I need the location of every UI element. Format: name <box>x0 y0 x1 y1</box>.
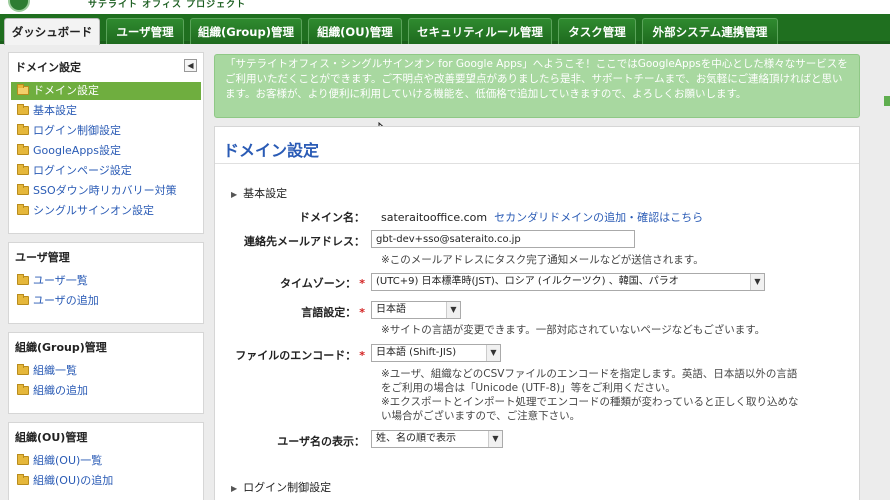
file-encoding-hint-2: をご利用の場合は「Unicode (UTF-8)」等をご利用ください。 <box>381 382 676 394</box>
sidebar-item-ou-list[interactable]: 組織(OU)一覧 <box>11 452 201 470</box>
sidebar-panel-ou: 組織(OU)管理 組織(OU)一覧 組織(OU)の追加 <box>8 422 204 500</box>
sidebar-panel-domain: ドメイン設定 ◀ ドメイン設定 基本設定 ログイン制御設定 GoogleApps… <box>8 52 204 234</box>
domain-name-label: ドメイン名： <box>299 211 365 224</box>
folder-icon <box>17 104 29 115</box>
username-display-select[interactable]: 姓、名の順で表示 ▼ <box>371 430 503 448</box>
sidebar-panel-title: 組織(OU)管理 <box>15 431 88 444</box>
sidebar-item-add-user[interactable]: ユーザの追加 <box>11 292 201 310</box>
required-mark: * <box>359 349 365 362</box>
tab-dashboard[interactable]: ダッシュボード <box>4 18 100 45</box>
folder-icon <box>17 204 29 215</box>
folder-icon <box>17 164 29 175</box>
folder-icon <box>17 144 29 155</box>
chevron-down-icon: ▼ <box>750 274 764 290</box>
sidebar-panel-title: ドメイン設定 <box>15 61 81 74</box>
main-nav: ダッシュボード ユーザ管理 組織(Group)管理 組織(OU)管理 セキュリテ… <box>0 14 890 45</box>
sidebar-item-sso-recovery[interactable]: SSOダウン時リカバリー対策 <box>11 182 201 200</box>
folder-icon <box>17 454 29 465</box>
username-display-label: ユーザ名の表示： <box>277 435 365 448</box>
language-select[interactable]: 日本語 ▼ <box>371 301 461 319</box>
timezone-label: タイムゾーン： * <box>280 277 365 290</box>
tab-task-management[interactable]: タスク管理 <box>558 18 636 44</box>
chevron-down-icon: ▼ <box>488 431 502 447</box>
tab-ou-management[interactable]: 組織(OU)管理 <box>308 18 402 44</box>
file-encoding-label: ファイルのエンコード： * <box>235 349 365 362</box>
language-label: 言語設定： * <box>301 306 365 319</box>
sidebar-item-add-ou[interactable]: 組織(OU)の追加 <box>11 472 201 490</box>
section-basic-settings[interactable]: ▶ 基本設定 <box>231 185 287 201</box>
language-hint: ※サイトの言語が変更できます。一部対応されていないページなどもございます。 <box>381 324 766 336</box>
sidebar-item-group-list[interactable]: 組織一覧 <box>11 362 201 380</box>
chevron-down-icon: ▼ <box>446 302 460 318</box>
sidebar-item-login-page[interactable]: ログインページ設定 <box>11 162 201 180</box>
file-encoding-hint-3: ※エクスポートとインポート処理でエンコードの種類が変わっていると正しく取り込めな <box>381 396 799 408</box>
sidebar-item-login-control[interactable]: ログイン制御設定 <box>11 122 201 140</box>
welcome-notice: 「サテライトオフィス・シングルサインオン for Google Apps」へよう… <box>214 54 860 118</box>
logo-text: サテライト オフィス プロジェクト <box>88 0 247 10</box>
tab-external-system-management[interactable]: 外部システム連携管理 <box>642 18 778 44</box>
sidebar-item-user-list[interactable]: ユーザ一覧 <box>11 272 201 290</box>
sidebar-panel-group: 組織(Group)管理 組織一覧 組織の追加 <box>8 332 204 414</box>
folder-icon <box>17 364 29 375</box>
tab-group-management[interactable]: 組織(Group)管理 <box>190 18 302 44</box>
contact-email-label: 連絡先メールアドレス： <box>244 235 365 248</box>
folder-icon <box>17 184 29 195</box>
sidebar-item-googleapps[interactable]: GoogleApps設定 <box>11 142 201 160</box>
sidebar-panel-title: ユーザ管理 <box>15 251 70 264</box>
secondary-domain-link[interactable]: セカンダリドメインの追加・確認はこちら <box>494 211 703 224</box>
triangle-right-icon: ▶ <box>231 190 238 199</box>
page-title: ドメイン設定 <box>223 141 320 160</box>
app-header: サテライト オフィス プロジェクト <box>0 0 890 14</box>
folder-icon <box>17 124 29 135</box>
sidebar-item-single-sign-on[interactable]: シングルサインオン設定 <box>11 202 201 220</box>
contact-email-input[interactable] <box>371 230 635 248</box>
sidebar-item-add-group[interactable]: 組織の追加 <box>11 382 201 400</box>
domain-settings-panel: ドメイン設定 ▶ 基本設定 ドメイン名： sateraitooffice.com … <box>214 126 860 500</box>
file-encoding-hint-1: ※ユーザ、組織などのCSVファイルのエンコードを指定します。英語、日本語以外の言… <box>381 368 798 380</box>
chevron-down-icon: ▼ <box>486 345 500 361</box>
title-divider <box>215 163 859 164</box>
timezone-select[interactable]: (UTC+9) 日本標準時(JST)、ロシア (イルクーツク) 、韓国、パラオ ▼ <box>371 273 765 291</box>
sidebar-item-domain-settings[interactable]: ドメイン設定 <box>11 82 201 100</box>
logo-icon <box>8 0 30 12</box>
folder-open-icon <box>17 84 29 95</box>
tab-security-rule-management[interactable]: セキュリティルール管理 <box>408 18 552 44</box>
collapse-sidebar-button[interactable]: ◀ <box>184 59 197 72</box>
contact-email-hint: ※このメールアドレスにタスク完了通知メールなどが送信されます。 <box>381 254 704 266</box>
folder-icon <box>17 474 29 485</box>
sidebar-item-basic-settings[interactable]: 基本設定 <box>11 102 201 120</box>
triangle-right-icon: ▶ <box>231 484 238 493</box>
sidebar-panel-user: ユーザ管理 ユーザ一覧 ユーザの追加 <box>8 242 204 324</box>
required-mark: * <box>359 277 365 290</box>
tab-user-management[interactable]: ユーザ管理 <box>106 18 184 44</box>
file-encoding-hint-4: い場合がございますので、ご注意下さい。 <box>381 410 581 422</box>
sidebar-panel-title: 組織(Group)管理 <box>15 341 107 354</box>
folder-icon <box>17 294 29 305</box>
domain-name-value: sateraitooffice.com セカンダリドメインの追加・確認はこちら <box>381 211 704 224</box>
notice-scrollbar[interactable] <box>884 96 890 106</box>
folder-icon <box>17 274 29 285</box>
section-login-control[interactable]: ▶ ログイン制御設定 <box>231 479 331 495</box>
required-mark: * <box>359 306 365 319</box>
file-encoding-select[interactable]: 日本語 (Shift-JIS) ▼ <box>371 344 501 362</box>
folder-icon <box>17 384 29 395</box>
